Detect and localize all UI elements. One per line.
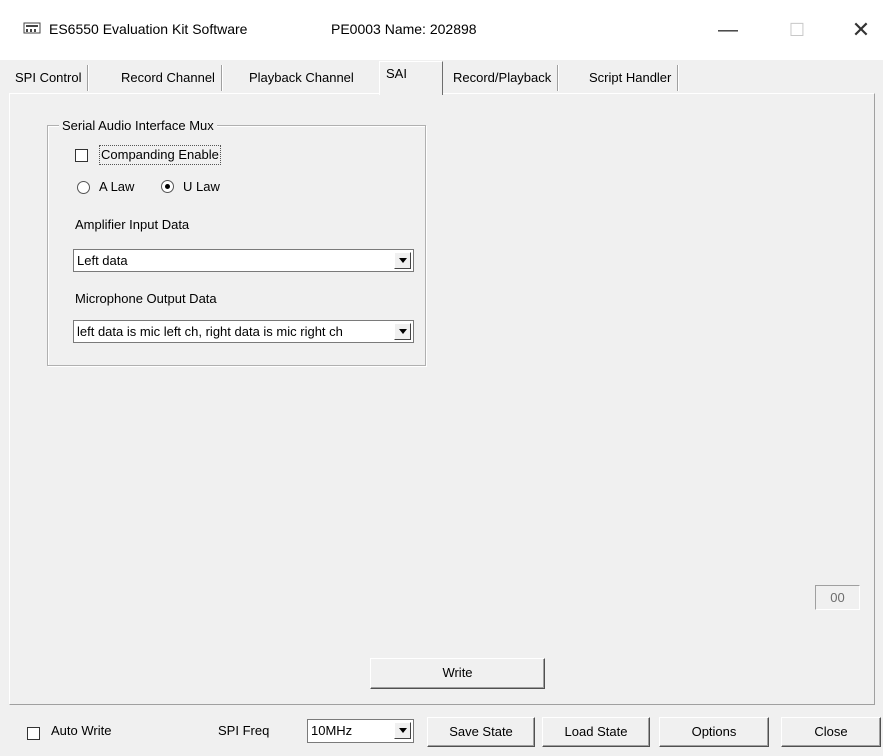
- auto-write-checkbox[interactable]: [27, 727, 40, 740]
- spi-freq-label: SPI Freq: [218, 723, 270, 738]
- options-button[interactable]: Options: [659, 717, 769, 747]
- status-value-box: 00: [815, 585, 860, 610]
- minimize-button[interactable]: —: [705, 12, 751, 48]
- app-icon: [23, 21, 41, 35]
- spi-freq-select[interactable]: 10MHz: [307, 719, 414, 743]
- microphone-output-select[interactable]: left data is mic left ch, right data is …: [73, 320, 414, 343]
- tab-script-handler[interactable]: Script Handler: [583, 65, 679, 91]
- companding-enable-label[interactable]: Companding Enable: [99, 145, 221, 165]
- a-law-radio[interactable]: [77, 181, 90, 194]
- save-state-button[interactable]: Save State: [427, 717, 535, 747]
- amplifier-input-value: Left data: [77, 253, 128, 268]
- u-law-label[interactable]: U Law: [183, 179, 220, 194]
- window-title: ES6550 Evaluation Kit Software: [49, 21, 248, 37]
- companding-enable-checkbox[interactable]: [75, 149, 88, 162]
- microphone-output-label: Microphone Output Data: [75, 291, 217, 306]
- auto-write-label[interactable]: Auto Write: [51, 723, 111, 738]
- radio-selected-dot: [165, 184, 170, 189]
- spi-freq-value: 10MHz: [311, 723, 353, 738]
- microphone-output-value: left data is mic left ch, right data is …: [77, 324, 343, 339]
- close-window-button[interactable]: ✕: [838, 12, 883, 48]
- tab-record-channel[interactable]: Record Channel: [115, 65, 222, 91]
- group-title: Serial Audio Interface Mux: [59, 118, 217, 133]
- amplifier-input-select[interactable]: Left data: [73, 249, 414, 272]
- tab-sai[interactable]: SAI: [379, 61, 443, 95]
- dropdown-arrow-icon[interactable]: [394, 252, 411, 269]
- u-law-radio[interactable]: [161, 180, 174, 193]
- a-law-label[interactable]: A Law: [99, 179, 134, 194]
- dropdown-arrow-icon[interactable]: [394, 323, 411, 340]
- close-button[interactable]: Close: [781, 717, 881, 747]
- write-button[interactable]: Write: [370, 658, 545, 689]
- tab-record-playback[interactable]: Record/Playback: [447, 65, 559, 91]
- tab-playback-channel[interactable]: Playback Channel: [243, 65, 360, 91]
- amplifier-input-label: Amplifier Input Data: [75, 217, 190, 232]
- load-state-button[interactable]: Load State: [542, 717, 650, 747]
- maximize-button[interactable]: ☐: [774, 12, 820, 48]
- tab-spi-control[interactable]: SPI Control: [9, 65, 89, 91]
- dropdown-arrow-icon[interactable]: [394, 722, 411, 739]
- node-name-label: PE0003 Name: 202898: [331, 21, 477, 37]
